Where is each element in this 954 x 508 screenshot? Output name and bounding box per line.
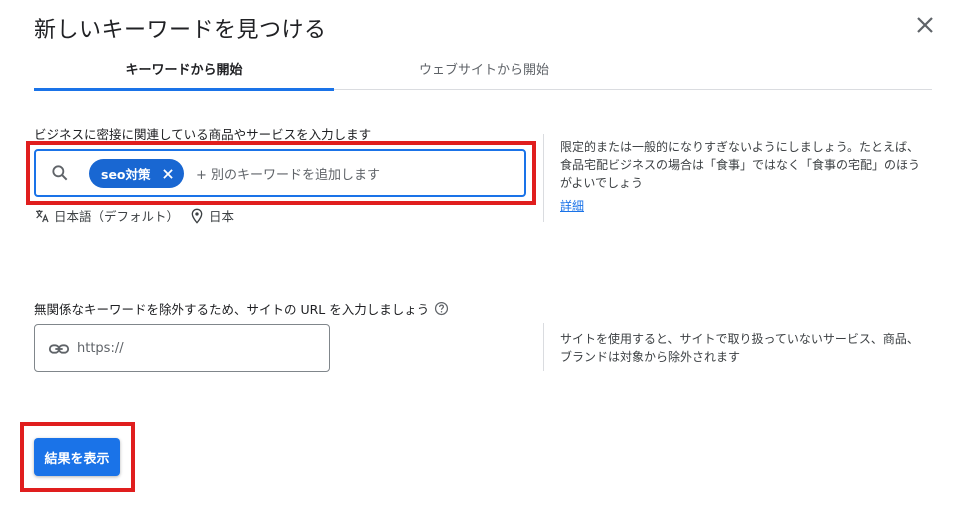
location-pin-icon [191,208,203,224]
link-icon [48,344,70,354]
help-icon[interactable] [434,301,449,316]
keyword-input-placeholder: + 別のキーワードを追加します [196,168,381,183]
search-icon [52,165,68,181]
site-field-label-text: 無関係なキーワードを除外するため、サイトの URL を入力しましょう [34,302,430,317]
language-selector[interactable]: 日本語（デフォルト） [54,206,179,225]
tab-keyword-start-label: キーワードから開始 [125,63,243,78]
close-icon[interactable] [913,13,937,37]
translate-icon [36,209,49,222]
site-url-placeholder: https:// [77,341,124,356]
tab-bar: キーワードから開始 ウェブサイトから開始 [34,48,932,91]
location-selector[interactable]: 日本 [209,206,234,225]
dialog-title: 新しいキーワードを見つける [34,18,327,43]
chip-remove-icon[interactable] [161,167,175,181]
site-url-input[interactable]: https:// [34,324,330,372]
site-help-text: サイトを使用すると、サイトで取り扱っていないサービス、商品、ブランドは対象から除… [560,332,919,364]
tab-keyword-start[interactable]: キーワードから開始 [34,48,334,89]
tab-indicator [34,88,334,91]
site-field-label: 無関係なキーワードを除外するため、サイトの URL を入力しましょう [34,299,449,318]
tab-website-start[interactable]: ウェブサイトから開始 [334,48,634,89]
keyword-chip-label: seo対策 [101,167,151,182]
divider [543,134,544,222]
keyword-chip: seo対策 [89,159,184,188]
tab-website-start-label: ウェブサイトから開始 [418,63,549,78]
divider [543,323,544,371]
learn-more-link[interactable]: 詳細 [560,197,584,214]
keyword-input[interactable]: seo対策 + 別のキーワードを追加します [34,149,526,197]
locale-row: 日本語（デフォルト） 日本 [34,206,234,225]
show-results-button[interactable]: 結果を表示 [34,438,120,476]
keyword-help-text: 限定的または一般的になりすぎないようにしましょう。たとえば、食品宅配ビジネスの場… [560,140,921,190]
